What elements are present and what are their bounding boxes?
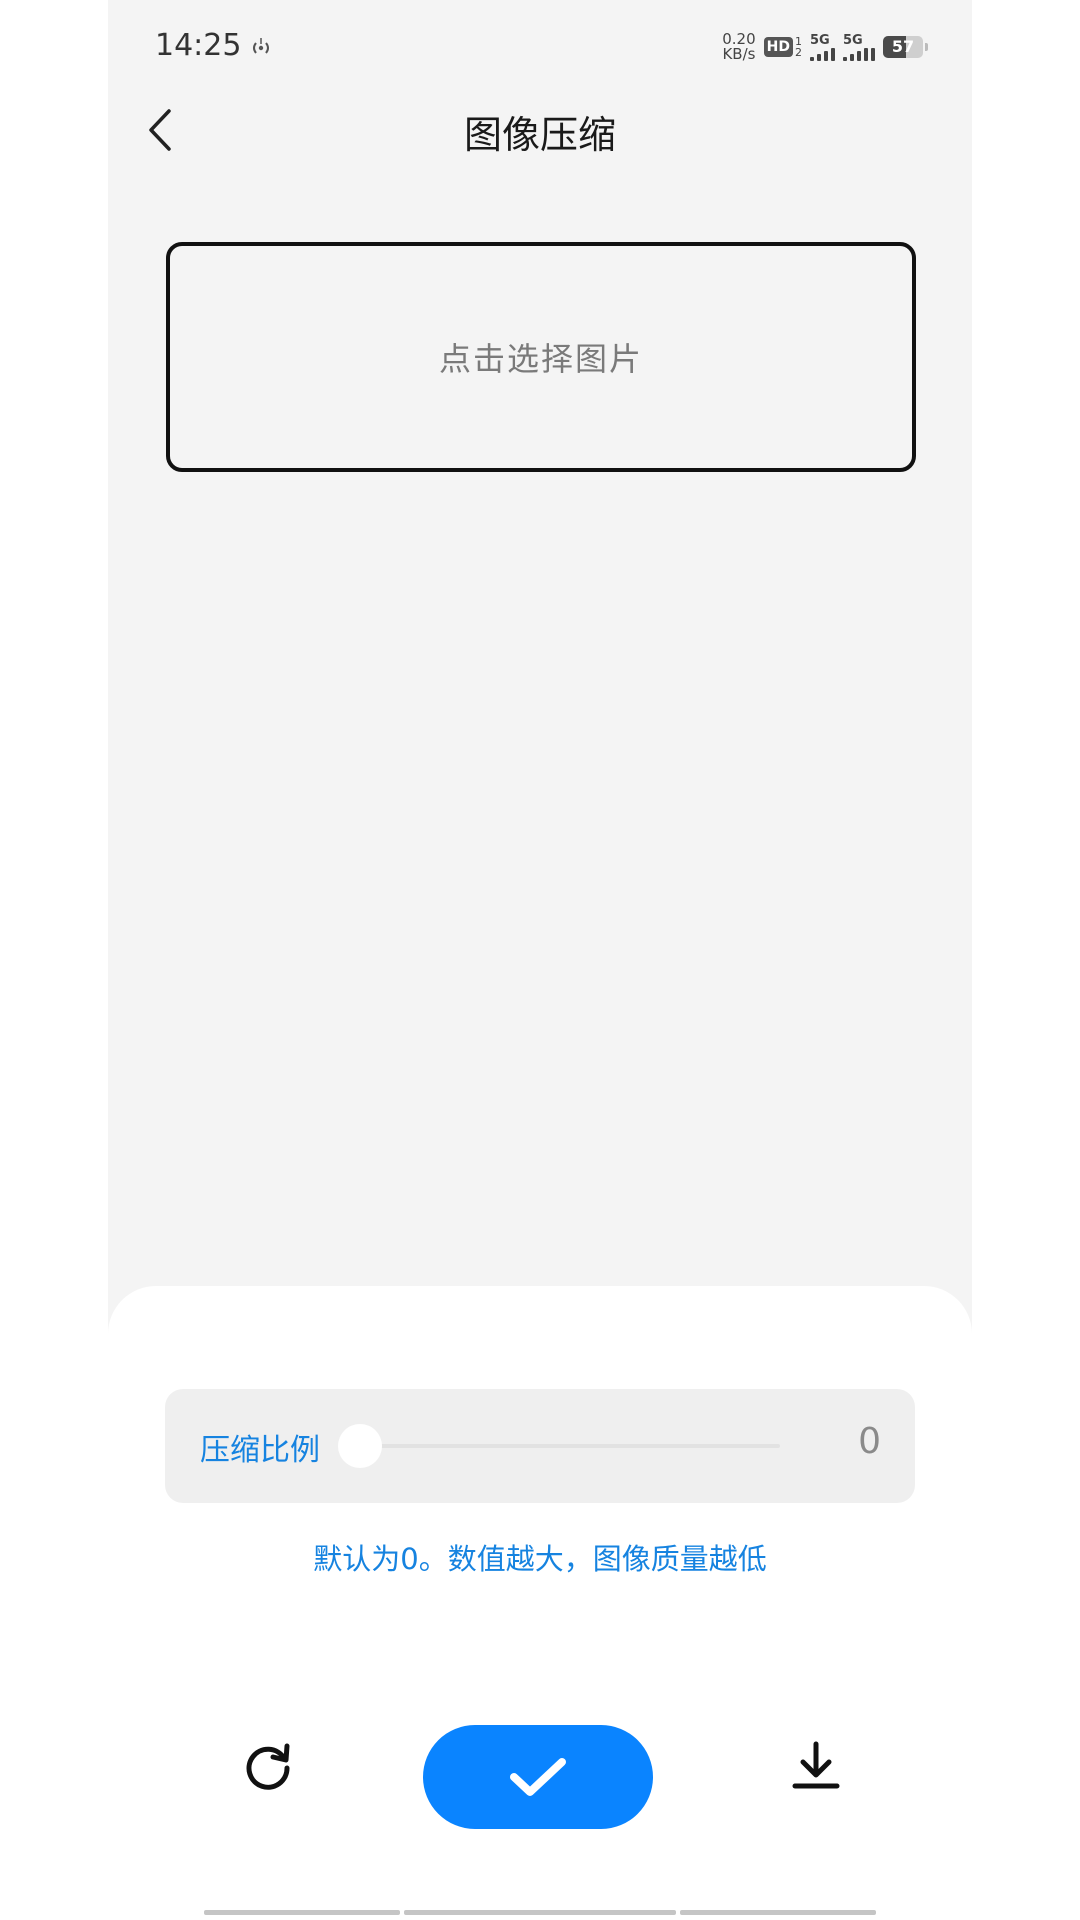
- signal-2-label: 5G: [843, 32, 863, 48]
- check-icon: [510, 1758, 566, 1796]
- hd-label: HD: [763, 37, 793, 57]
- download-icon: [792, 1741, 840, 1789]
- bottom-panel: 压缩比例 0 默认为0。数值越大，图像质量越低: [108, 1286, 972, 1920]
- hotspot-icon: [253, 38, 269, 54]
- status-indicators: 0.20 KB/s HD 1 2 5G 5G 57: [722, 30, 928, 64]
- status-time: 14:25: [155, 28, 242, 63]
- hd-sim-bottom: 2: [795, 46, 802, 59]
- hd-sim-numbers: 1 2: [795, 36, 802, 58]
- network-speed: 0.20 KB/s: [722, 32, 755, 62]
- hd-voice-badge: HD 1 2: [763, 36, 802, 58]
- compression-slider-thumb[interactable]: [338, 1424, 382, 1468]
- page-title: 图像压缩: [463, 113, 616, 157]
- signal-1-bars: [810, 47, 835, 61]
- compression-slider-track[interactable]: [340, 1444, 780, 1448]
- select-image-label: 点击选择图片: [438, 340, 643, 378]
- compression-ratio-label: 压缩比例: [200, 1433, 320, 1468]
- confirm-compress-button[interactable]: [423, 1725, 653, 1829]
- select-image-button[interactable]: 点击选择图片: [166, 242, 916, 472]
- download-button[interactable]: [776, 1726, 856, 1806]
- signal-2-bars: [843, 47, 875, 61]
- compression-ratio-card: 压缩比例 0: [165, 1389, 915, 1503]
- battery-icon: 57: [883, 36, 923, 58]
- status-bar: 14:25 0.20 KB/s HD 1 2 5G 5G 57: [108, 0, 972, 96]
- app-screen: 14:25 0.20 KB/s HD 1 2 5G 5G 57 图像压缩 点击选…: [108, 0, 972, 1920]
- compression-hint: 默认为0。数值越大，图像质量越低: [313, 1542, 767, 1576]
- signal-1-label: 5G: [810, 32, 830, 48]
- reset-button[interactable]: [228, 1726, 308, 1806]
- battery-level: 57: [891, 37, 915, 56]
- net-speed-unit: KB/s: [722, 45, 756, 63]
- signal-icon: 5G: [810, 34, 835, 61]
- signal-icon: 5G: [843, 34, 875, 61]
- gesture-bar: [204, 1910, 876, 1915]
- compression-ratio-value: 0: [858, 1421, 881, 1462]
- refresh-icon: [246, 1743, 290, 1790]
